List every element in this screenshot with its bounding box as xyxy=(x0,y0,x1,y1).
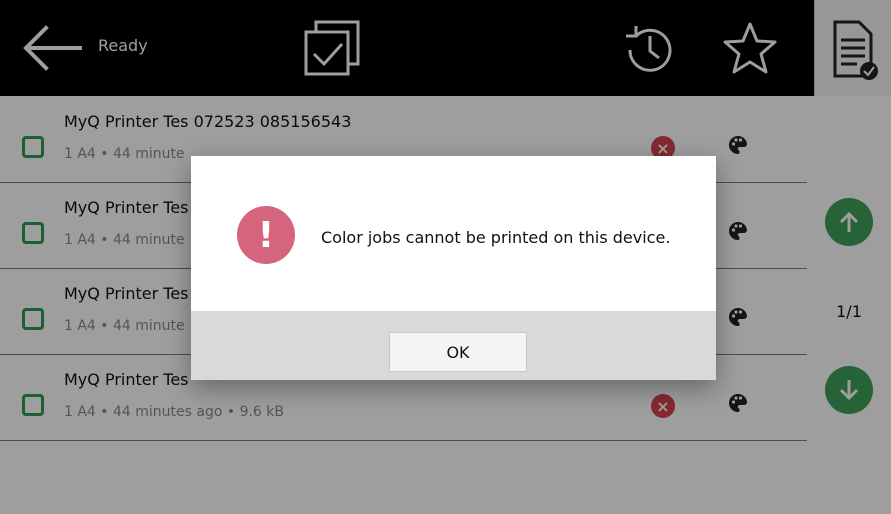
exclamation-icon: ! xyxy=(237,206,295,264)
dialog-body: ! Color jobs cannot be printed on this d… xyxy=(191,156,716,311)
alert-dialog: ! Color jobs cannot be printed on this d… xyxy=(191,156,716,380)
dialog-footer: OK xyxy=(191,311,716,380)
ok-button[interactable]: OK xyxy=(389,332,527,372)
dialog-message: Color jobs cannot be printed on this dev… xyxy=(321,228,671,247)
printer-job-screen: Ready MyQ Printer Tes 072523 085156543 1… xyxy=(0,0,891,514)
